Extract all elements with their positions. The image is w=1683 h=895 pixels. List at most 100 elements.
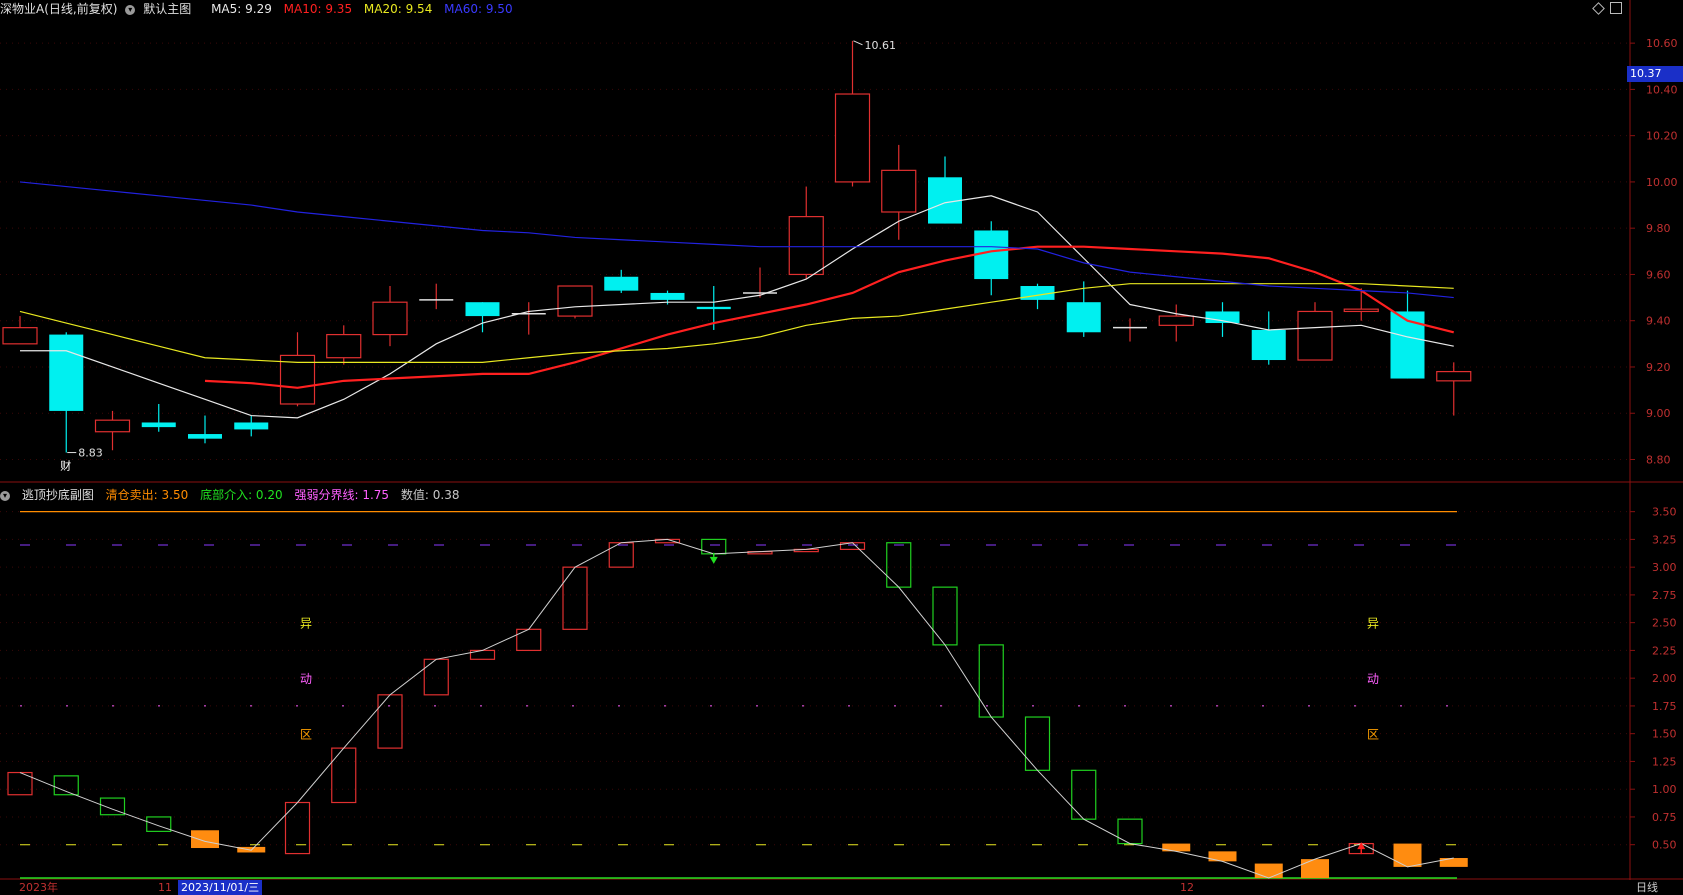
divide-value: 强弱分界线: 1.75 [294, 488, 390, 502]
ma-line-ma60 [19, 181, 1454, 299]
zone-label-yi-right: 异 [1367, 617, 1379, 631]
chevron-down-icon[interactable]: ▾ [0, 490, 10, 501]
sub-tick-label: 3.00 [1652, 561, 1677, 574]
candle-up [372, 301, 408, 336]
ma-line-ma5 [20, 195, 1454, 419]
indicator-value: 数值: 0.38 [400, 488, 460, 502]
high-pointer [853, 40, 863, 46]
sub-tick-label: 1.25 [1652, 755, 1677, 768]
price-axis: 10.60 10.40 10.20 10.00 9.80 9.60 9.40 9.20 9.00… [1630, 37, 1678, 852]
sub-tick-label: 1.75 [1652, 700, 1677, 713]
zone-label-yi: 异 [300, 617, 312, 631]
price-tick-label: 9.20 [1646, 361, 1671, 374]
current-price-tag: 10.37 [1627, 66, 1683, 82]
price-tick-label: 9.80 [1646, 222, 1671, 235]
sub-tick-label: 2.50 [1652, 617, 1677, 630]
candle-down [188, 434, 222, 439]
chart-annotations: 10.61 8.83 财 异 动 区 异 动 区 [60, 39, 1379, 742]
candle-up [834, 93, 871, 183]
indicator-bar-weak [1254, 863, 1283, 878]
candle-down [696, 306, 731, 310]
sub-tick-label: 3.25 [1652, 533, 1677, 546]
candle-down [141, 422, 176, 428]
indicator-bar-down [1024, 716, 1051, 771]
zone-label-dong-right: 动 [1367, 672, 1379, 686]
indicator-bar-down [1117, 818, 1143, 845]
sub-tick-label: 2.75 [1652, 589, 1677, 602]
indicator-bar-up [608, 542, 634, 568]
main-chart-header: 深物业A(日线,前复权) ▾ 默认主图 MA5: 9.29 MA10: 9.35 … [0, 0, 521, 18]
sub-tick-label: 3.50 [1652, 506, 1677, 519]
sell-signal-arrow-icon [709, 556, 718, 564]
price-tick-label: 10.00 [1646, 176, 1678, 189]
price-tick-label: 10.60 [1646, 37, 1678, 50]
candle-up [881, 169, 917, 213]
indicator-bar-weak [1393, 843, 1422, 867]
candle-up [1343, 308, 1379, 313]
price-tick-label: 8.80 [1646, 453, 1671, 466]
candle-up [1158, 315, 1194, 326]
price-tick-label: 9.60 [1646, 268, 1671, 281]
candle-up [1297, 310, 1333, 361]
zone-label-qu: 区 [300, 728, 312, 742]
indicator-bar-weak [1208, 851, 1237, 862]
candle-down [1251, 329, 1286, 361]
sub-chart-title[interactable]: 逃顶抄底副图 [22, 488, 94, 502]
year-label: 2023年 [19, 881, 58, 894]
indicator-line [19, 538, 1454, 879]
stock-title[interactable]: 深物业A(日线,前复权) [0, 2, 117, 16]
maximize-icon[interactable] [1610, 2, 1622, 14]
stock-chart[interactable]: 10.60 10.40 10.20 10.00 9.80 9.60 9.40 9.20 9.00… [0, 0, 1683, 895]
indicator-bar-down [886, 542, 912, 588]
month-11-label: 11 [158, 881, 172, 894]
main-candle-chart[interactable] [2, 40, 1472, 453]
sub-indicator-chart[interactable] [7, 511, 1468, 879]
candle-down [465, 302, 500, 317]
candle-down [1066, 302, 1101, 333]
ma5-value: MA5: 9.29 [211, 2, 272, 16]
candle-up [2, 327, 38, 345]
candle-down [604, 276, 639, 291]
sell-value: 清仓卖出: 3.50 [105, 488, 189, 502]
ma10-value: MA10: 9.35 [283, 2, 353, 16]
ma60-value: MA60: 9.50 [444, 2, 513, 16]
template-label: 默认主图 [143, 2, 192, 16]
zone-label-qu-right: 区 [1367, 728, 1379, 742]
candle-down [234, 422, 269, 430]
indicator-bar-down [146, 816, 172, 832]
candle-up [326, 333, 362, 359]
candle-up [557, 285, 593, 317]
indicator-bar-up [516, 628, 542, 652]
sub-chart-header: ▾ 逃顶抄底副图 清仓卖出: 3.50 底部介入: 0.20 强弱分界线: 1.… [0, 486, 467, 504]
zone-label-dong: 动 [300, 672, 312, 686]
indicator-bar-up [331, 747, 357, 804]
month-12-label: 12 [1180, 881, 1194, 894]
price-tick-label: 9.40 [1646, 315, 1671, 328]
moving-average-lines [19, 40, 1455, 454]
low-price-label: 8.83 [78, 447, 103, 460]
sub-tick-label: 2.00 [1652, 672, 1677, 685]
template-selector[interactable]: ▾ 默认主图 [125, 2, 199, 16]
candle-up [1436, 370, 1472, 382]
period-label[interactable]: 日线 [1636, 880, 1658, 895]
sub-tick-label: 0.75 [1652, 811, 1677, 824]
indicator-bar-weak [191, 830, 219, 849]
indicator-bar-weak [1439, 858, 1468, 867]
candle-down [49, 334, 84, 411]
financial-report-marker: 财 [60, 459, 71, 473]
indicator-bar-down [1071, 769, 1097, 820]
price-tick-label: 10.20 [1646, 130, 1678, 143]
candle-down [650, 292, 685, 300]
sub-tick-label: 0.50 [1652, 839, 1677, 852]
indicator-bar-up [284, 801, 311, 855]
indicator-bar-down [932, 586, 958, 646]
cursor-date: 2023/11/01/三 [178, 880, 263, 895]
chevron-down-icon[interactable]: ▾ [125, 4, 136, 15]
indicator-bar-weak [1301, 859, 1329, 878]
sub-tick-label: 1.00 [1652, 783, 1677, 796]
buy-value: 底部介入: 0.20 [200, 488, 283, 502]
high-price-label: 10.61 [865, 39, 897, 52]
indicator-bar-up [562, 566, 588, 630]
price-tick-label: 9.00 [1646, 407, 1671, 420]
candle-up [94, 419, 131, 433]
